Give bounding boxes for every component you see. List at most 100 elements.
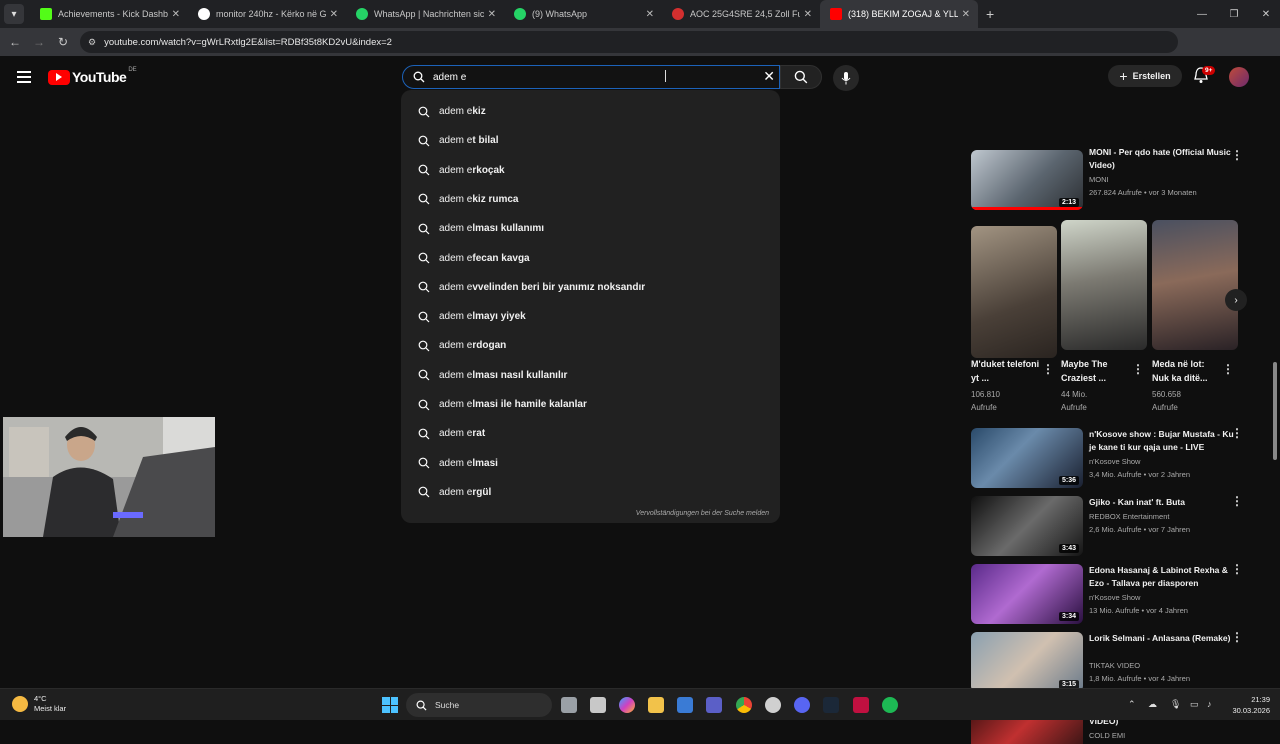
channel-name[interactable]: MONI (1089, 175, 1249, 184)
video-thumbnail[interactable]: 3:34 (971, 564, 1083, 624)
network-icon[interactable]: ▭ (1190, 699, 1199, 710)
video-title[interactable]: n'Kosove show : Bujar Mustafa - Ku je ka… (1089, 428, 1239, 454)
more-options-icon[interactable]: ⋮ (1132, 363, 1144, 375)
tray-app-icon[interactable]: ☁ (1148, 699, 1157, 710)
more-options-icon[interactable]: ⋮ (1231, 631, 1243, 643)
page-scrollbar[interactable] (1272, 118, 1278, 738)
video-thumbnail[interactable]: 2:13 (971, 150, 1083, 210)
related-video-row[interactable]: 3:15 Lorik Selmani - Anlasana (Remake) T… (971, 631, 1271, 696)
back-arrow-icon[interactable]: ← (3, 35, 27, 49)
channel-name[interactable]: TIKTAK VIDEO (1089, 661, 1249, 670)
menu-hamburger-icon[interactable] (17, 71, 31, 86)
search-suggestion[interactable]: adem erdogan (401, 331, 780, 360)
tab-close-icon[interactable]: ✕ (488, 9, 496, 20)
browser-tab-whatsapp-web[interactable]: WhatsApp | Nachrichten sicher ✕ (346, 0, 504, 28)
channel-name[interactable]: n'Kosove Show (1089, 457, 1249, 466)
store-icon[interactable] (677, 697, 693, 713)
close-window-icon[interactable]: ✕ (1250, 0, 1280, 28)
forward-arrow-icon[interactable]: → (27, 35, 51, 49)
search-suggestion[interactable]: adem ergül (401, 478, 780, 507)
video-thumbnail[interactable]: 5:36 (971, 428, 1083, 488)
browser-tab-whatsapp[interactable]: (9) WhatsApp ✕ (504, 0, 662, 28)
browser-tab-google[interactable]: monitor 240hz - Kërko në Goog ✕ (188, 0, 346, 28)
tab-close-icon[interactable]: ✕ (330, 9, 338, 20)
channel-name[interactable]: COLD EMI (1089, 731, 1249, 740)
related-video-row[interactable]: 5:36 n'Kosove show : Bujar Mustafa - Ku … (971, 427, 1271, 492)
files-icon[interactable] (590, 697, 606, 713)
short-thumbnail[interactable] (1061, 220, 1147, 350)
address-bar[interactable]: ⚙ youtube.com/watch?v=gWrLRxtlg2E&list=R… (80, 31, 1178, 53)
more-options-icon[interactable]: ⋮ (1222, 363, 1234, 375)
short-title[interactable]: Maybe The Craziest ... (1061, 357, 1131, 385)
reload-icon[interactable]: ↻ (51, 35, 75, 49)
search-suggestion[interactable]: adem erkoçak (401, 156, 780, 185)
browser-tab-youtube[interactable]: (318) BEKIM ZOGAJ & YLLI DEM ✕ (820, 0, 978, 28)
search-suggestion[interactable]: adem elmasi (401, 449, 780, 478)
browser-tab-kick[interactable]: Achievements - Kick Dashboard ✕ (30, 0, 188, 28)
more-options-icon[interactable]: ⋮ (1042, 363, 1054, 375)
new-tab-plus-icon[interactable]: + (986, 6, 994, 22)
microphone-tray-icon[interactable]: 🎙︎ (1170, 699, 1181, 710)
chevron-right-icon[interactable]: › (1225, 289, 1247, 311)
tab-close-icon[interactable]: ✕ (962, 9, 970, 20)
steam-icon[interactable] (823, 697, 839, 713)
more-options-icon[interactable]: ⋮ (1231, 149, 1243, 161)
chrome-icon[interactable] (736, 697, 752, 713)
weather-widget[interactable]: 4°C Meist klar (12, 694, 66, 714)
search-button[interactable] (780, 65, 822, 89)
channel-name[interactable]: REDBOX Entertainment (1089, 512, 1249, 521)
video-title[interactable]: MONI - Per qdo hate (Official Music Vide… (1089, 146, 1239, 172)
scrollbar-thumb[interactable] (1273, 362, 1277, 460)
search-suggestion[interactable]: adem elmayı yiyek (401, 302, 780, 331)
video-title[interactable]: Edona Hasanaj & Labinot Rexha & Ezo - Ta… (1089, 564, 1239, 590)
teams-icon[interactable] (706, 697, 722, 713)
create-button[interactable]: + Erstellen (1108, 65, 1182, 87)
short-title[interactable]: Meda në lot: Nuk ka ditë... (1152, 357, 1222, 385)
settings-icon[interactable] (765, 697, 781, 713)
video-title[interactable]: Lorik Selmani - Anlasana (Remake) (1089, 632, 1239, 645)
search-suggestion[interactable]: adem elması nasıl kullanılır (401, 361, 780, 390)
minimize-icon[interactable]: — (1186, 0, 1218, 28)
copilot-icon[interactable] (619, 697, 635, 713)
search-suggestion[interactable]: adem erat (401, 419, 780, 448)
more-options-icon[interactable]: ⋮ (1231, 495, 1243, 507)
more-options-icon[interactable]: ⋮ (1231, 563, 1243, 575)
video-title[interactable]: Gjiko - Kan inat' ft. Buta (1089, 496, 1239, 509)
more-options-icon[interactable]: ⋮ (1231, 427, 1243, 439)
restore-icon[interactable]: ❐ (1218, 0, 1250, 28)
windows-start-icon[interactable] (382, 697, 398, 713)
spotify-icon[interactable] (882, 697, 898, 713)
video-thumbnail[interactable]: 3:43 (971, 496, 1083, 556)
report-suggestions-link[interactable]: Vervollständigungen bei der Suche melden (636, 510, 769, 517)
task-view-icon[interactable] (561, 697, 577, 713)
short-thumbnail[interactable] (1152, 220, 1238, 350)
voice-search-button[interactable] (833, 65, 859, 91)
discord-icon[interactable] (794, 697, 810, 713)
related-video-row[interactable]: 3:34 Edona Hasanaj & Labinot Rexha & Ezo… (971, 563, 1271, 628)
related-video-row[interactable]: 2:13 MONI - Per qdo hate (Official Music… (971, 147, 1271, 214)
related-video-row[interactable]: 3:43 Gjiko - Kan inat' ft. Buta REDBOX E… (971, 495, 1271, 560)
search-input[interactable]: adem e ✕ (402, 65, 780, 89)
channel-name[interactable]: n'Kosove Show (1089, 593, 1249, 602)
app-icon[interactable] (853, 697, 869, 713)
file-explorer-icon[interactable] (648, 697, 664, 713)
search-suggestion[interactable]: adem elmasi ile hamile kalanlar (401, 390, 780, 419)
short-title[interactable]: M'duket telefoni yt ... (971, 357, 1041, 385)
tab-search-button[interactable]: ▾ (4, 4, 24, 24)
account-avatar[interactable] (1229, 67, 1249, 87)
short-thumbnail[interactable] (971, 226, 1057, 358)
tray-chevron-up-icon[interactable]: ⌃ (1128, 699, 1136, 710)
search-suggestion[interactable]: adem elması kullanımı (401, 214, 780, 243)
youtube-logo[interactable]: YouTube DE (48, 67, 137, 85)
tab-close-icon[interactable]: ✕ (646, 9, 654, 20)
site-info-icon[interactable]: ⚙ (88, 37, 96, 48)
clear-search-icon[interactable]: ✕ (763, 68, 775, 85)
search-suggestion[interactable]: adem ekiz (401, 97, 780, 126)
search-suggestion[interactable]: adem efecan kavga (401, 244, 780, 273)
search-suggestion[interactable]: adem et bilal (401, 126, 780, 155)
search-suggestion[interactable]: adem evvelinden beri bir yanımız noksand… (401, 273, 780, 302)
tab-close-icon[interactable]: ✕ (804, 9, 812, 20)
volume-icon[interactable]: ♪ (1207, 699, 1212, 709)
tab-close-icon[interactable]: ✕ (172, 9, 180, 20)
video-thumbnail[interactable]: 3:15 (971, 632, 1083, 692)
